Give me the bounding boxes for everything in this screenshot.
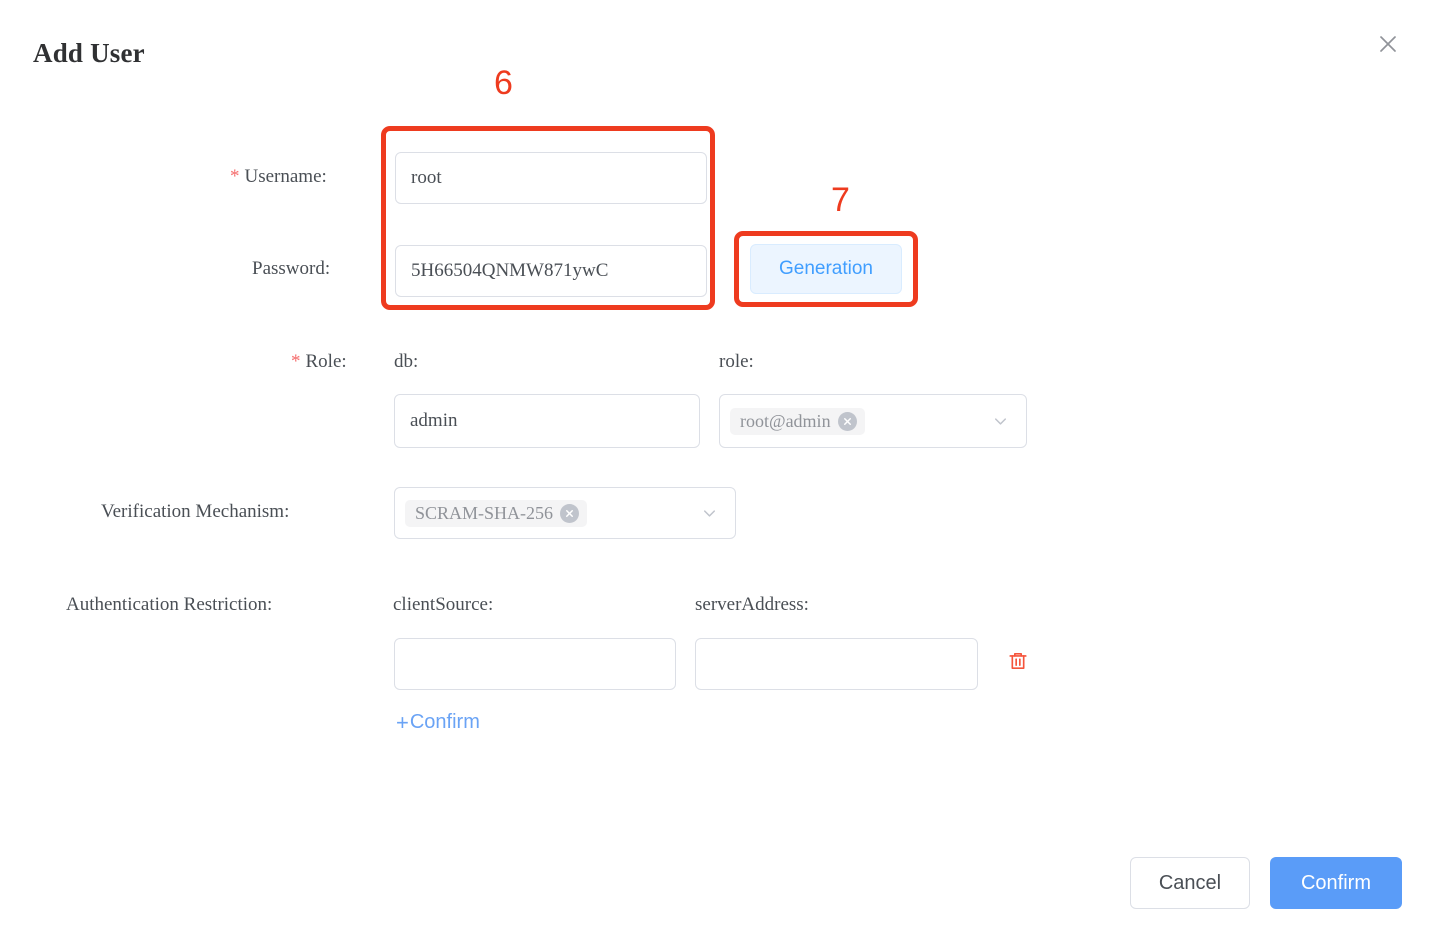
username-label: *Username: [230, 166, 327, 188]
trash-icon[interactable] [1006, 649, 1030, 673]
client-source-label: clientSource: [393, 594, 493, 616]
close-icon[interactable] [838, 412, 857, 431]
password-label: Password: [252, 258, 330, 280]
verification-mechanism-tag-label: SCRAM-SHA-256 [415, 503, 553, 524]
password-value: 5H66504QNMW871ywC [411, 260, 608, 282]
verification-mechanism-select[interactable]: SCRAM-SHA-256 [394, 487, 736, 539]
add-user-dialog: Add User *Username: root Password: 5H665… [0, 0, 1438, 946]
plus-icon: + [396, 712, 409, 734]
db-label: db: [394, 351, 418, 373]
generation-button[interactable]: Generation [750, 244, 902, 294]
required-marker: * [291, 351, 301, 372]
role-sub-label: role: [719, 351, 754, 373]
server-address-label: serverAddress: [695, 594, 809, 616]
role-tag-label: root@admin [740, 411, 831, 432]
add-restriction-label: Confirm [410, 711, 480, 734]
role-label: *Role: [291, 351, 347, 373]
cancel-button[interactable]: Cancel [1130, 857, 1250, 909]
required-marker: * [230, 166, 240, 187]
confirm-button[interactable]: Confirm [1270, 857, 1402, 909]
role-tag[interactable]: root@admin [730, 408, 865, 435]
verification-mechanism-tag[interactable]: SCRAM-SHA-256 [405, 500, 587, 527]
annotation-number-7: 7 [831, 183, 850, 217]
db-input[interactable]: admin [394, 394, 700, 448]
page-title: Add User [33, 38, 145, 69]
chevron-down-icon[interactable] [700, 504, 719, 523]
verification-mechanism-label: Verification Mechanism: [101, 501, 289, 523]
close-icon[interactable] [1374, 30, 1402, 58]
server-address-input[interactable] [695, 638, 978, 690]
close-icon[interactable] [560, 504, 579, 523]
annotation-number-6: 6 [494, 66, 513, 100]
username-value: root [411, 167, 442, 189]
chevron-down-icon[interactable] [991, 412, 1010, 431]
password-input[interactable]: 5H66504QNMW871ywC [395, 245, 707, 297]
role-select[interactable]: root@admin [719, 394, 1027, 448]
authentication-restriction-label: Authentication Restriction: [66, 594, 272, 616]
username-input[interactable]: root [395, 152, 707, 204]
client-source-input[interactable] [394, 638, 676, 690]
db-value: admin [410, 410, 458, 432]
add-restriction-button[interactable]: +Confirm [396, 711, 480, 734]
